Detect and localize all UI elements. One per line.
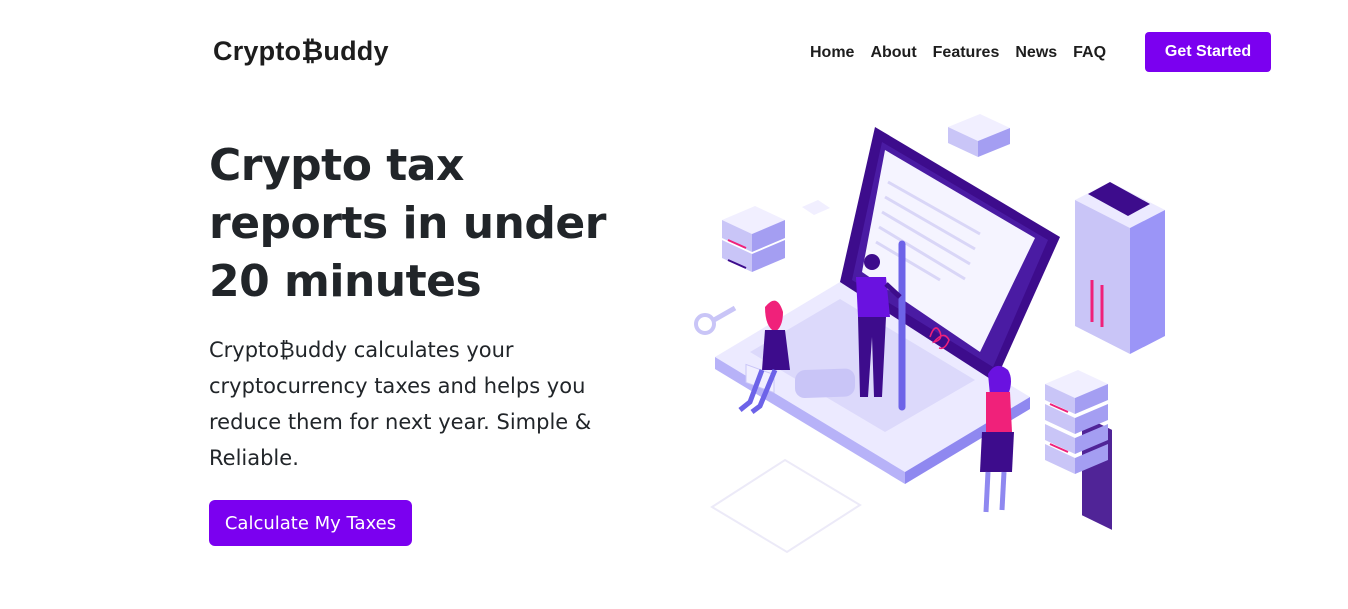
server-stack-left bbox=[722, 206, 785, 272]
nav-link-features[interactable]: Features bbox=[933, 44, 1000, 62]
server-stack-right bbox=[1045, 370, 1108, 474]
get-started-button[interactable]: Get Started bbox=[1145, 32, 1271, 72]
nav-menu: Home About Features News FAQ bbox=[810, 44, 1106, 62]
nav-link-news[interactable]: News bbox=[1015, 44, 1057, 62]
nav-link-faq[interactable]: FAQ bbox=[1073, 44, 1106, 62]
server-top bbox=[948, 114, 1010, 157]
hero-description: Crypto₿uddy calculates your cryptocurren… bbox=[209, 338, 592, 470]
nav-link-about[interactable]: About bbox=[870, 44, 916, 62]
nav-link-home[interactable]: Home bbox=[810, 44, 854, 62]
calculate-taxes-button[interactable]: Calculate My Taxes bbox=[209, 500, 412, 546]
server-tower-right bbox=[1075, 182, 1165, 530]
hero-title: Crypto tax reports in under 20 minutes bbox=[209, 140, 606, 307]
navbar: Crypto₿uddy Home About Features News FAQ… bbox=[0, 0, 1348, 100]
brand-logo[interactable]: Crypto₿uddy bbox=[213, 36, 389, 67]
isometric-laptop-tax-illustration bbox=[694, 114, 1165, 554]
floating-tile bbox=[802, 200, 830, 215]
key-icon bbox=[694, 305, 737, 335]
floor-tile-outline bbox=[710, 458, 862, 554]
